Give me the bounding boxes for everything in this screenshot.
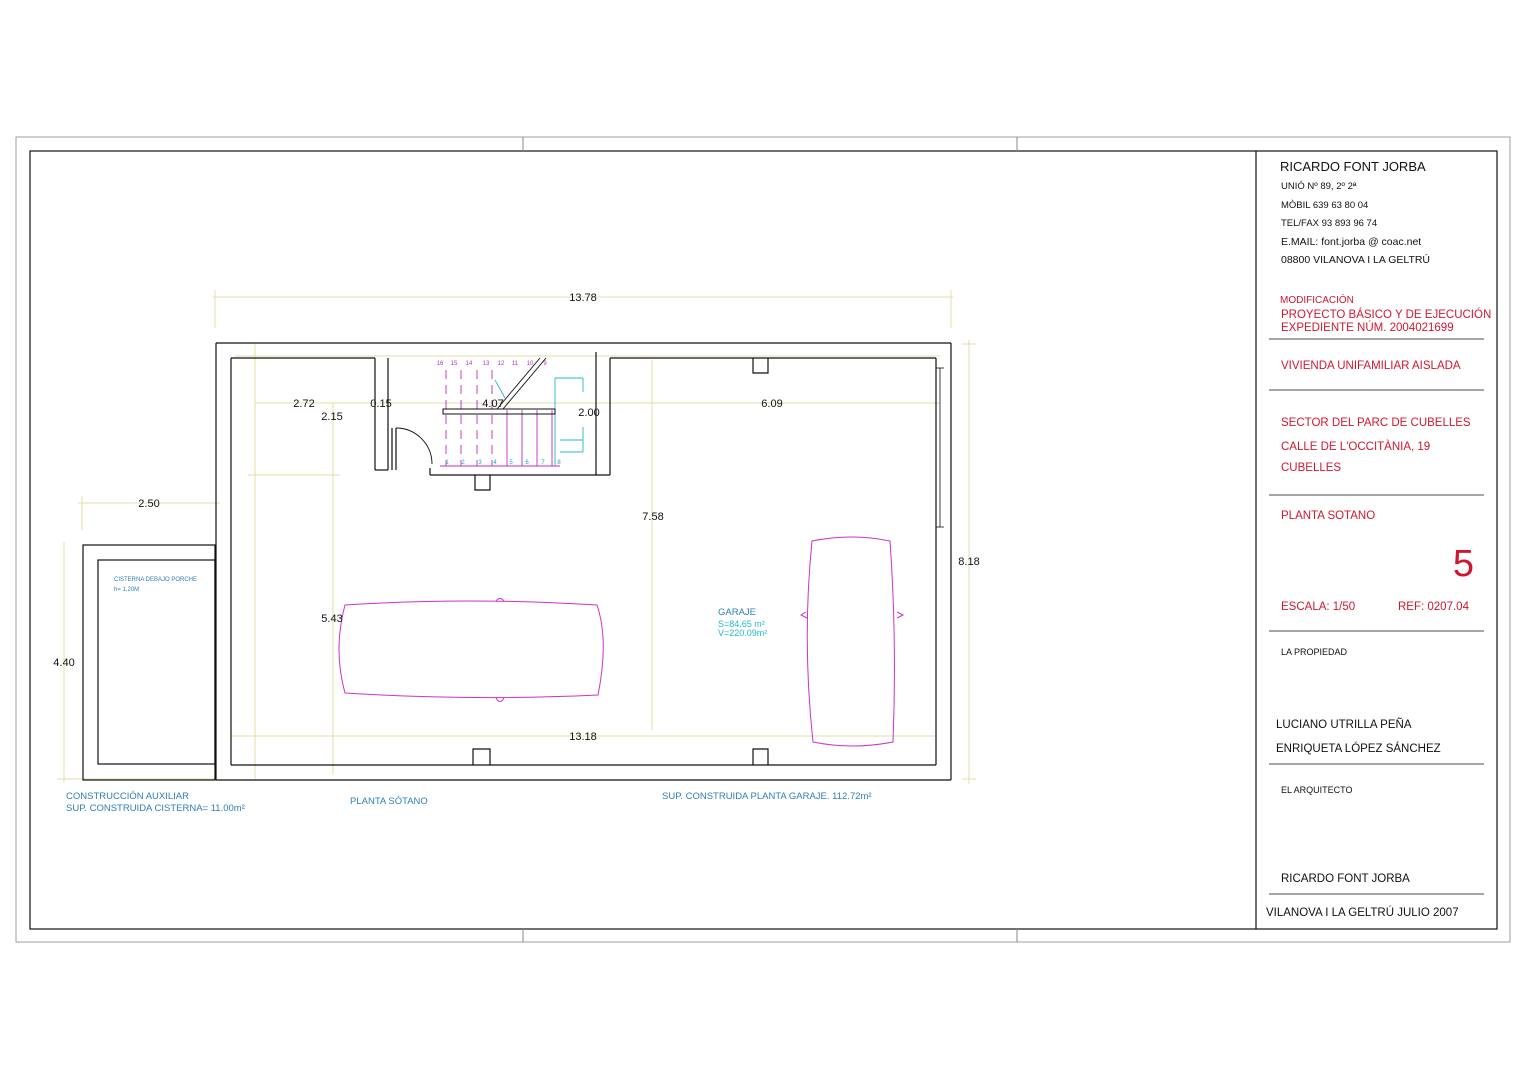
dim-stair-gap: 0.15: [370, 398, 391, 410]
dim-stair-height: 2.15: [321, 411, 342, 423]
owner-label: LA PROPIEDAD: [1281, 647, 1348, 657]
sheet-number: 5: [1453, 543, 1474, 585]
owner-name-1: LUCIANO UTRILLA PEÑA: [1276, 718, 1412, 731]
stair-number: 7: [541, 460, 545, 466]
car-vertical: [806, 536, 895, 747]
vehicles: [338, 536, 905, 747]
stair-number: 8: [557, 460, 561, 466]
modification-label: MODIFICACIÓN: [1280, 293, 1354, 306]
garage-built-surface: SUP. CONSTRUIDA PLANTA GARAJE. 112.72m²: [662, 791, 872, 802]
garage-volume: V=220.09m²: [718, 628, 767, 638]
architect-telfax: TEL/FAX 93 893 96 74: [1281, 218, 1377, 229]
stair-number: 14: [466, 361, 473, 367]
architect-mobile: MÒBIL 639 63 80 04: [1281, 200, 1368, 211]
stair-number: 12: [498, 361, 505, 367]
place-and-date: VILANOVA I LA GELTRÚ JULIO 2007: [1266, 906, 1459, 919]
stair-treads: [440, 357, 584, 467]
cistern-height: h= 1,20M: [114, 587, 139, 593]
dim-stair-depth: 2.00: [578, 407, 599, 419]
stair-number: 1: [445, 460, 449, 466]
stair-number: 15: [451, 361, 458, 367]
dim-left-vertical: 5.43: [321, 613, 342, 625]
owner-name-2: ENRIQUETA LÓPEZ SÁNCHEZ: [1276, 742, 1441, 755]
plan-name: PLANTA SOTANO: [1281, 510, 1375, 522]
site-street: CALLE DE L'OCCITÀNIA, 19: [1281, 440, 1430, 453]
stair-number: 6: [525, 460, 529, 466]
stair-number: 16: [437, 361, 444, 367]
stair-number: 9: [543, 361, 547, 367]
dim-aux-width: 2.50: [138, 498, 159, 510]
architect-city: 08800 VILANOVA I LA GELTRÚ: [1281, 253, 1430, 266]
garage-name: GARAJE: [718, 607, 756, 618]
stair-number: 5: [509, 460, 513, 466]
stair-number: 11: [512, 361, 519, 367]
dim-stair-width: 4.07: [482, 398, 503, 410]
plan-caption: PLANTA SÓTANO: [350, 796, 428, 807]
stair-number: 13: [483, 361, 490, 367]
car-horizontal: [338, 600, 604, 699]
cistern-label: CISTERNA DEBAJO PORCHE: [114, 577, 197, 583]
stair-number: 10: [527, 361, 534, 367]
dim-aux-height: 4.40: [53, 657, 74, 669]
file-number: EXPEDIENTE NÚM. 2004021699: [1281, 321, 1454, 334]
floor-plan-sheet: 13.78 13.18 8.18 7.58 5.43 2.72 0.15 4.0…: [15, 136, 1511, 943]
building-type: VIVIENDA UNIFAMILIAR AISLADA: [1281, 360, 1461, 372]
stair-numbers-top: 16 15 14 13 12 11 10 9: [437, 361, 548, 367]
dim-center-vertical: 7.58: [642, 511, 663, 523]
title-block: RICARDO FONT JORBA UNIÓ Nº 89, 2º 2ª MÒB…: [1266, 159, 1491, 919]
site-sector: SECTOR DEL PARC DE CUBELLES: [1281, 417, 1471, 429]
dim-right-span: 6.09: [761, 398, 782, 410]
project-type: PROYECTO BÁSICO Y DE EJECUCIÓN: [1281, 308, 1491, 321]
architect-name: RICARDO FONT JORBA: [1280, 159, 1426, 174]
scale-label: ESCALA: 1/50: [1281, 601, 1355, 613]
dim-top-overall: 13.78: [569, 292, 597, 304]
dim-stair-left-width: 2.72: [293, 398, 314, 410]
stair-numbers-bottom: 1 2 3 4 5 6 7 8: [445, 460, 561, 466]
stair-number: 3: [478, 460, 482, 466]
aux-construction-title: CONSTRUCCIÓN AUXILIAR: [66, 791, 189, 802]
architect-label: EL ARQUITECTO: [1281, 785, 1353, 795]
dim-right-overall: 8.18: [958, 556, 979, 568]
architect-email: E.MAIL: font.jorba @ coac.net: [1281, 236, 1421, 248]
architect-address: UNIÓ Nº 89, 2º 2ª: [1281, 181, 1357, 192]
aux-construction-surface: SUP. CONSTRUIDA CISTERNA= 11.00m²: [66, 803, 245, 814]
stair-number: 4: [493, 460, 497, 466]
dim-bottom-inner: 13.18: [569, 731, 597, 743]
architect-signature: RICARDO FONT JORBA: [1281, 873, 1410, 885]
site-town: CUBELLES: [1281, 462, 1341, 474]
reference-label: REF: 0207.04: [1398, 601, 1470, 613]
stair-number: 2: [461, 460, 465, 466]
